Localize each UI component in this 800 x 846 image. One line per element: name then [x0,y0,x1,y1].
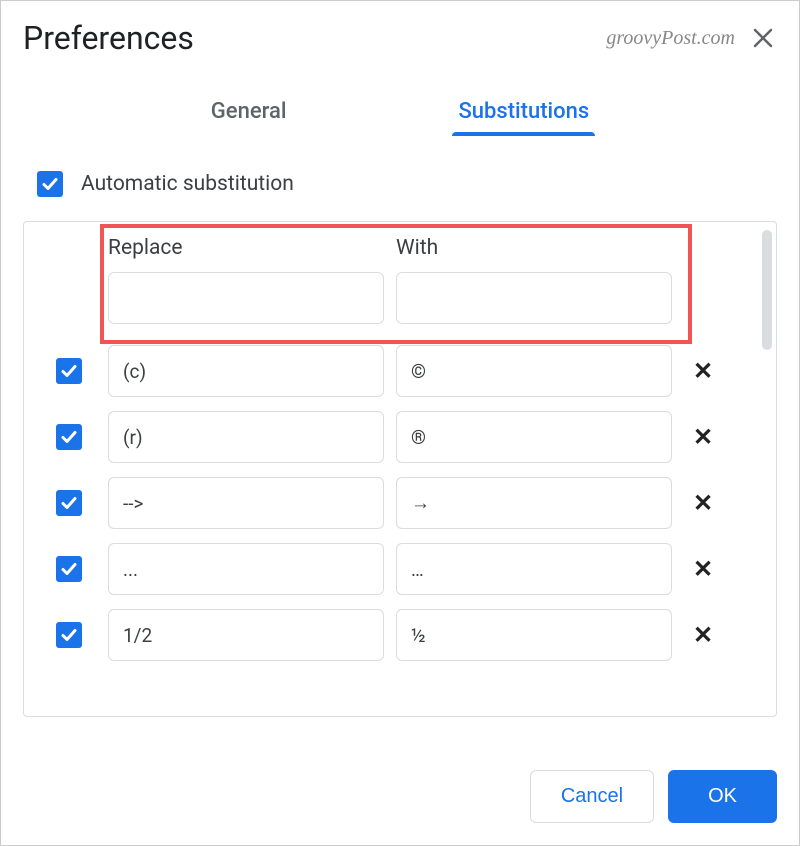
delete-row-button[interactable]: ✕ [684,357,722,385]
replace-input[interactable]: ... [108,543,384,595]
ok-button[interactable]: OK [668,770,777,823]
new-substitution-row [38,266,762,338]
replace-input[interactable]: --> [108,477,384,529]
check-icon [60,494,78,512]
tab-bar: General Substitutions [1,91,799,135]
substitution-row: (c) © ✕ [38,338,762,404]
tab-general[interactable]: General [205,91,293,134]
with-input[interactable]: → [396,477,672,529]
check-icon [60,560,78,578]
delete-row-button[interactable]: ✕ [684,489,722,517]
substitution-row: 1/2 ½ ✕ [38,602,762,668]
substitution-row: (r) ® ✕ [38,404,762,470]
column-header-replace: Replace [108,236,384,260]
row-checkbox[interactable] [56,424,82,450]
cancel-button[interactable]: Cancel [530,770,654,823]
dialog-footer: Cancel OK [1,748,799,845]
auto-substitution-row: Automatic substitution [1,135,799,221]
delete-row-button[interactable]: ✕ [684,621,722,649]
replace-input[interactable]: (r) [108,411,384,463]
delete-row-button[interactable]: ✕ [684,555,722,583]
row-checkbox[interactable] [56,358,82,384]
check-icon [60,626,78,644]
auto-substitution-label: Automatic substitution [81,172,294,196]
table-header-row: Replace With [38,230,762,266]
row-checkbox[interactable] [56,490,82,516]
with-input[interactable]: © [396,345,672,397]
delete-row-button[interactable]: ✕ [684,423,722,451]
substitution-row: ... … ✕ [38,536,762,602]
dialog-title: Preferences [23,19,194,57]
row-checkbox[interactable] [56,622,82,648]
check-icon [60,428,78,446]
with-input[interactable]: … [396,543,672,595]
table-inner: Replace With (c) © ✕ (r) ® [24,222,776,668]
auto-substitution-checkbox[interactable] [37,171,63,197]
new-replace-input[interactable] [108,272,384,324]
preferences-dialog: Preferences groovyPost.com General Subst… [1,1,799,845]
with-input[interactable]: ½ [396,609,672,661]
substitution-row: --> → ✕ [38,470,762,536]
replace-input[interactable]: 1/2 [108,609,384,661]
row-checkbox[interactable] [56,556,82,582]
close-icon [753,28,773,48]
new-with-input[interactable] [396,272,672,324]
tab-substitutions[interactable]: Substitutions [452,91,595,134]
column-header-with: With [396,236,672,260]
close-button[interactable] [749,24,777,52]
scrollbar[interactable] [762,230,772,350]
substitutions-table: Replace With (c) © ✕ (r) ® [23,221,777,717]
check-icon [41,175,59,193]
header-right: groovyPost.com [606,24,777,52]
replace-input[interactable]: (c) [108,345,384,397]
dialog-header: Preferences groovyPost.com [1,1,799,67]
watermark-text: groovyPost.com [606,27,735,50]
with-input[interactable]: ® [396,411,672,463]
check-icon [60,362,78,380]
